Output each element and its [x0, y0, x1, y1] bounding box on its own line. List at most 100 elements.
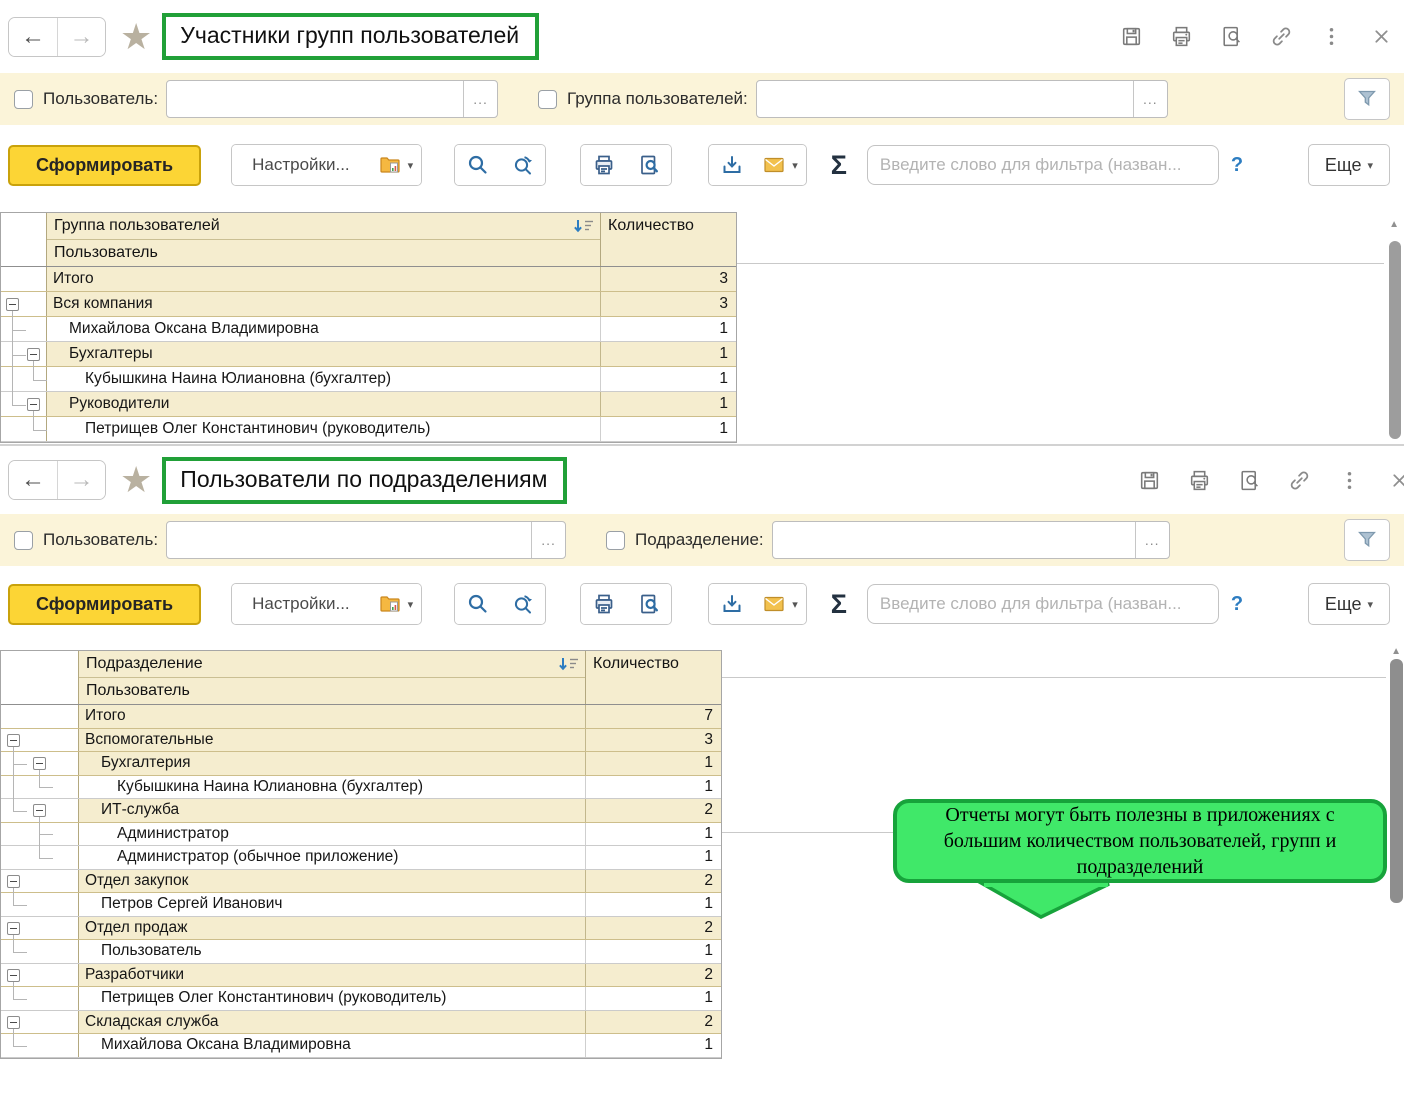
table-row[interactable]: Пользователь1 [1, 940, 721, 964]
table-row[interactable]: ИТ-служба2 [1, 799, 721, 823]
link-icon[interactable] [1268, 24, 1294, 50]
find-next-button[interactable] [500, 145, 545, 185]
column-header-count: Количество [608, 217, 694, 234]
table-row[interactable]: Михайлова Оксана Владимировна1 [1, 317, 736, 342]
table-row[interactable]: Петров Сергей Иванович1 [1, 893, 721, 917]
table-row[interactable]: Кубышкина Наина Юлиановна (бухгалтер)1 [1, 367, 736, 392]
favorite-star-icon[interactable]: ★ [120, 19, 152, 55]
quick-filter-input[interactable] [867, 584, 1219, 624]
print-button[interactable] [581, 584, 626, 624]
user-filter-checkbox[interactable] [14, 531, 33, 550]
send-mail-button[interactable]: ▾ [754, 145, 806, 185]
tree-collapse-toggle[interactable] [27, 398, 40, 411]
save-icon[interactable] [1136, 467, 1162, 493]
more-button[interactable]: Еще▾ [1308, 144, 1390, 186]
tree-collapse-toggle[interactable] [6, 298, 19, 311]
save-file-button[interactable] [709, 584, 754, 624]
tree-collapse-toggle[interactable] [33, 757, 46, 770]
table-row[interactable]: Кубышкина Наина Юлиановна (бухгалтер)1 [1, 776, 721, 800]
tree-collapse-toggle[interactable] [7, 734, 20, 747]
generate-button[interactable]: Сформировать [8, 584, 201, 625]
help-button[interactable]: ? [1231, 154, 1243, 177]
tree-collapse-toggle[interactable] [33, 804, 46, 817]
scroll-up-arrow[interactable]: ▲ [1389, 219, 1399, 230]
table-row[interactable]: Бухгалтерия1 [1, 752, 721, 776]
row-count: 1 [586, 893, 721, 916]
more-button[interactable]: Еще▾ [1308, 583, 1390, 625]
more-dots-icon[interactable] [1336, 467, 1362, 493]
table-row[interactable]: Отдел продаж2 [1, 917, 721, 941]
more-dots-icon[interactable] [1318, 24, 1344, 50]
favorite-star-icon[interactable]: ★ [120, 462, 152, 498]
browse-button[interactable]: ... [531, 522, 565, 558]
find-next-button[interactable] [500, 584, 545, 624]
save-icon[interactable] [1118, 24, 1144, 50]
print-icon[interactable] [1186, 467, 1212, 493]
table-row[interactable]: Разработчики2 [1, 964, 721, 988]
row-count: 2 [586, 799, 721, 822]
print-preview-button[interactable] [626, 145, 671, 185]
print-preview-icon[interactable] [1218, 24, 1244, 50]
table-row[interactable]: Петрищев Олег Константинович (руководите… [1, 417, 736, 442]
filter-funnel-button[interactable] [1344, 78, 1390, 120]
table-row[interactable]: Итого3 [1, 267, 736, 292]
sigma-totals-button[interactable]: Σ [831, 589, 847, 620]
print-preview-icon[interactable] [1236, 467, 1262, 493]
table-row[interactable]: Бухгалтеры1 [1, 342, 736, 367]
browse-button[interactable]: ... [1135, 522, 1169, 558]
send-mail-button[interactable]: ▾ [754, 584, 806, 624]
help-button[interactable]: ? [1231, 593, 1243, 616]
forward-button[interactable]: → [57, 18, 105, 56]
print-preview-button[interactable] [626, 584, 671, 624]
browse-button[interactable]: ... [1133, 81, 1167, 117]
table-row[interactable]: Петрищев Олег Константинович (руководите… [1, 987, 721, 1011]
group-filter-checkbox[interactable] [538, 90, 557, 109]
tree-collapse-toggle[interactable] [7, 875, 20, 888]
table-row[interactable]: Вся компания3 [1, 292, 736, 317]
table-row[interactable]: Итого7 [1, 705, 721, 729]
back-button[interactable]: ← [9, 18, 57, 56]
sort-descending-icon[interactable] [572, 218, 596, 240]
settings-button[interactable]: Настройки... [232, 145, 370, 185]
group-filter-input[interactable]: ... [756, 80, 1168, 118]
department-filter-checkbox[interactable] [606, 531, 625, 550]
user-filter-input[interactable]: ... [166, 521, 566, 559]
table-row[interactable]: Руководители1 [1, 392, 736, 417]
table-row[interactable]: Вспомогательные3 [1, 729, 721, 753]
sigma-totals-button[interactable]: Σ [831, 150, 847, 181]
save-file-button[interactable] [709, 145, 754, 185]
table-row[interactable]: Складская служба2 [1, 1011, 721, 1035]
tree-gutter-cell [1, 705, 79, 728]
browse-button[interactable]: ... [463, 81, 497, 117]
vertical-scrollbar[interactable] [1389, 241, 1401, 439]
table-row[interactable]: Отдел закупок2 [1, 870, 721, 894]
forward-button[interactable]: → [57, 461, 105, 499]
report-variants-button[interactable]: ▾ [370, 584, 422, 624]
print-icon[interactable] [1168, 24, 1194, 50]
report-variants-button[interactable]: ▾ [370, 145, 422, 185]
tree-collapse-toggle[interactable] [7, 969, 20, 982]
user-filter-input[interactable]: ... [166, 80, 498, 118]
generate-button[interactable]: Сформировать [8, 145, 201, 186]
find-button[interactable] [455, 584, 500, 624]
print-button[interactable] [581, 145, 626, 185]
close-icon[interactable] [1386, 467, 1404, 493]
find-button[interactable] [455, 145, 500, 185]
tree-collapse-toggle[interactable] [27, 348, 40, 361]
tree-collapse-toggle[interactable] [7, 1016, 20, 1029]
department-filter-input[interactable]: ... [772, 521, 1170, 559]
table-row[interactable]: Михайлова Оксана Владимировна1 [1, 1034, 721, 1058]
back-button[interactable]: ← [9, 461, 57, 499]
vertical-scrollbar[interactable] [1390, 659, 1403, 903]
close-icon[interactable] [1368, 24, 1394, 50]
tree-collapse-toggle[interactable] [7, 922, 20, 935]
settings-button[interactable]: Настройки... [232, 584, 370, 624]
filter-funnel-button[interactable] [1344, 519, 1390, 561]
scroll-up-arrow[interactable]: ▲ [1391, 646, 1401, 657]
quick-filter-input[interactable] [867, 145, 1219, 185]
link-icon[interactable] [1286, 467, 1312, 493]
user-filter-checkbox[interactable] [14, 90, 33, 109]
table-row[interactable]: Администратор1 [1, 823, 721, 847]
table-row[interactable]: Администратор (обычное приложение)1 [1, 846, 721, 870]
sort-descending-icon[interactable] [557, 656, 581, 678]
